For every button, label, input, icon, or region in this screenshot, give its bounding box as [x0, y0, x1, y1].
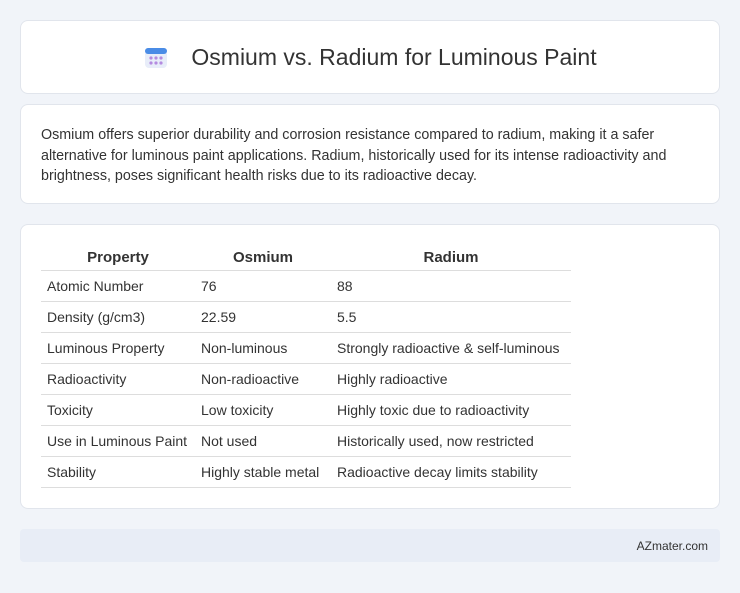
table-row: Atomic Number 76 88 [41, 270, 571, 302]
comparison-card: Property Osmium Radium Atomic Number 76 … [20, 224, 720, 509]
cell-osmium: Low toxicity [195, 394, 331, 426]
intro-card: Osmium offers superior durability and co… [20, 104, 720, 204]
cell-osmium: Non-luminous [195, 332, 331, 364]
cell-property: Radioactivity [41, 363, 195, 395]
header-property: Property [41, 245, 195, 271]
cell-property: Toxicity [41, 394, 195, 426]
cell-osmium: Not used [195, 425, 331, 457]
table-row: Radioactivity Non-radioactive Highly rad… [41, 363, 571, 395]
cell-property: Luminous Property [41, 332, 195, 364]
table-header-row: Property Osmium Radium [41, 245, 571, 271]
cell-property: Atomic Number [41, 270, 195, 302]
cell-osmium: 76 [195, 270, 331, 302]
intro-text: Osmium offers superior durability and co… [41, 127, 667, 184]
table-row: Use in Luminous Paint Not used Historica… [41, 425, 571, 457]
table-row: Density (g/cm3) 22.59 5.5 [41, 301, 571, 333]
cell-property: Density (g/cm3) [41, 301, 195, 333]
cell-radium: Historically used, now restricted [331, 425, 571, 457]
cell-osmium: Highly stable metal [195, 456, 331, 488]
comparison-table: Property Osmium Radium Atomic Number 76 … [41, 245, 571, 488]
cell-property: Use in Luminous Paint [41, 425, 195, 457]
header-osmium: Osmium [195, 245, 331, 271]
cell-radium: Radioactive decay limits stability [331, 456, 571, 488]
cell-radium: Strongly radioactive & self-luminous [331, 332, 571, 364]
cell-radium: 5.5 [331, 301, 571, 333]
calendar-icon [145, 48, 168, 68]
cell-osmium: 22.59 [195, 301, 331, 333]
footer-source-link[interactable]: AZmater.com [637, 539, 708, 553]
cell-radium: 88 [331, 270, 571, 302]
title-card: Osmium vs. Radium for Luminous Paint [20, 20, 720, 94]
table-row: Luminous Property Non-luminous Strongly … [41, 332, 571, 364]
header-radium: Radium [331, 245, 571, 271]
footer: AZmater.com [20, 529, 720, 562]
cell-osmium: Non-radioactive [195, 363, 331, 395]
page-title: Osmium vs. Radium for Luminous Paint [191, 43, 597, 70]
cell-property: Stability [41, 456, 195, 488]
table-row: Toxicity Low toxicity Highly toxic due t… [41, 394, 571, 426]
cell-radium: Highly radioactive [331, 363, 571, 395]
table-row: Stability Highly stable metal Radioactiv… [41, 456, 571, 488]
cell-radium: Highly toxic due to radioactivity [331, 394, 571, 426]
